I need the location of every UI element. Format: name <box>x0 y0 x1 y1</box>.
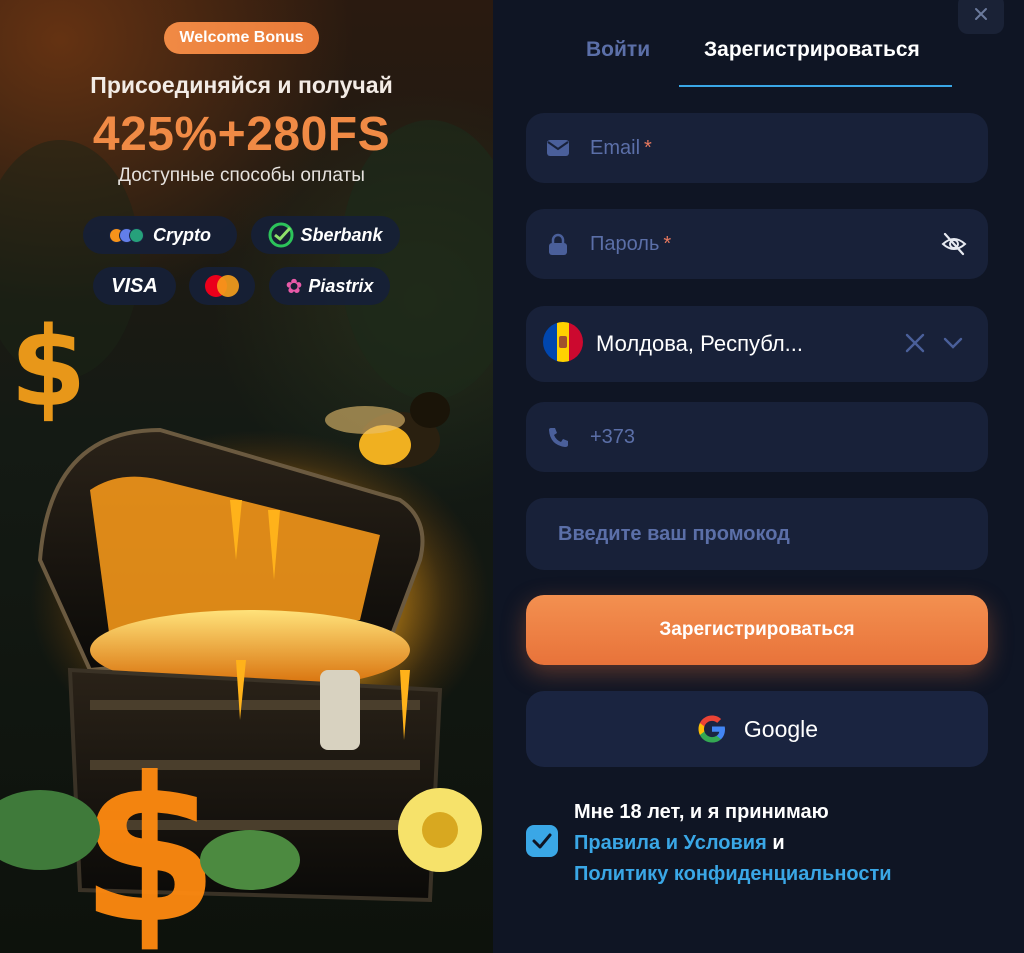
privacy-policy-link[interactable]: Политику конфиденциальности <box>574 863 892 885</box>
register-button[interactable]: Зарегистрироваться <box>526 595 988 665</box>
password-placeholder: Пароль * <box>590 232 672 255</box>
tab-login[interactable]: Войти <box>586 38 650 62</box>
tab-register[interactable]: Зарегистрироваться <box>704 38 920 62</box>
bonus-amount: 425%+280FS <box>92 108 391 161</box>
close-icon <box>975 8 987 20</box>
phone-icon <box>549 428 568 447</box>
payment-mastercard-badge <box>189 267 255 305</box>
payment-sberbank-label: Sberbank <box>300 224 383 245</box>
payment-visa-badge: VISA <box>93 267 176 305</box>
terms-statement: Мне 18 лет, и я принимаю <box>574 801 829 823</box>
payment-piastrix-label: Piastrix <box>308 275 374 296</box>
promo-code-placeholder: Введите ваш промокод <box>558 522 790 545</box>
phone-prefix: +373 <box>590 425 636 448</box>
envelope-icon <box>547 140 569 156</box>
promo-code-field[interactable]: Введите ваш промокод <box>526 498 988 570</box>
svg-text:$: $ <box>10 303 87 431</box>
payment-crypto-badge: Crypto <box>83 216 237 254</box>
google-label: Google <box>743 715 819 742</box>
lock-icon <box>549 233 567 255</box>
promo-panel: $ $ Welcome Bonus Присоединяйся и получа… <box>0 0 493 953</box>
payment-visa-label: VISA <box>111 274 158 297</box>
country-value: Молдова, Республ... <box>596 331 804 356</box>
moldova-flag-icon <box>543 322 583 362</box>
terms-and: и <box>772 832 785 854</box>
hide-password-icon[interactable] <box>940 231 968 257</box>
rules-link[interactable]: Правила и Условия <box>574 832 767 854</box>
clear-country-icon[interactable] <box>904 332 926 354</box>
payment-crypto-label: Crypto <box>153 224 211 245</box>
payment-sberbank-badge: Sberbank <box>251 216 400 254</box>
email-field[interactable]: Email * <box>526 113 988 183</box>
auth-tabs: Войти Зарегистрироваться <box>526 30 956 88</box>
svg-text:$: $ <box>80 735 219 953</box>
google-signin-button[interactable]: Google <box>526 691 988 767</box>
welcome-bonus-badge: Welcome Bonus <box>164 22 319 54</box>
piastrix-icon: ✿ <box>285 275 303 298</box>
terms-text: Мне 18 лет, и я принимаю Правила и Услов… <box>574 797 994 890</box>
checkmark-icon <box>532 833 552 849</box>
phone-field[interactable]: +373 <box>526 402 988 472</box>
payment-piastrix-badge: ✿ Piastrix <box>269 267 390 305</box>
google-icon <box>698 715 725 743</box>
crypto-coins-icon <box>109 227 144 243</box>
terms-checkbox[interactable] <box>526 825 558 857</box>
email-placeholder: Email * <box>590 136 652 159</box>
promo-headline: Присоединяйся и получай <box>90 72 393 98</box>
country-select[interactable]: Молдова, Республ... <box>526 306 988 382</box>
chevron-down-icon[interactable] <box>942 334 964 352</box>
sberbank-icon <box>268 222 294 248</box>
payment-methods-caption: Доступные способы оплаты <box>118 165 365 186</box>
terms-consent: Мне 18 лет, и я принимаю Правила и Услов… <box>526 795 996 895</box>
close-button[interactable] <box>958 0 1004 34</box>
mastercard-icon <box>205 275 239 297</box>
registration-panel: Войти Зарегистрироваться Email * Пароль * <box>493 0 1024 953</box>
active-tab-indicator <box>679 85 952 87</box>
password-field[interactable]: Пароль * <box>526 209 988 279</box>
